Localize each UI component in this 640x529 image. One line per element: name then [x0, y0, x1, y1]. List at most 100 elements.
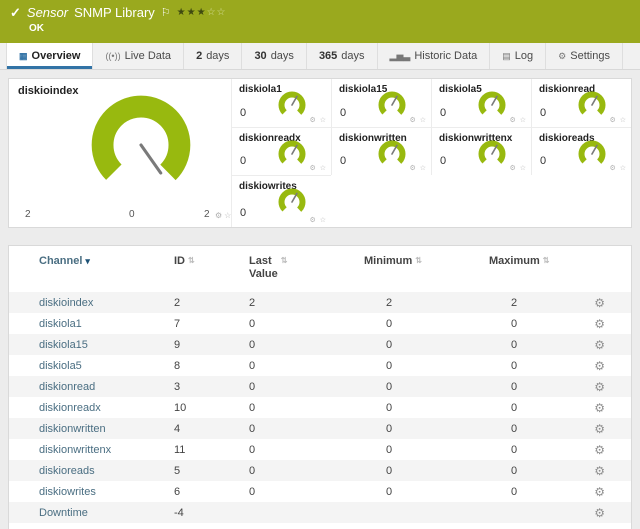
- channel-id: 11: [174, 444, 249, 456]
- gauge-settings-gear-icon[interactable]: ⚙: [509, 165, 516, 172]
- edit-channel-gear-icon[interactable]: ⚙: [594, 444, 605, 456]
- table-row-diskioindex: diskioindex 2 2 2 2 ⚙: [9, 292, 631, 313]
- channel-name: diskiola1: [9, 318, 174, 330]
- channel-maximum: 0: [489, 444, 599, 456]
- column-header-minimum[interactable]: Minimum ⇅: [364, 255, 489, 268]
- tab-live-data[interactable]: ((•)) Live Data: [93, 43, 184, 69]
- gauge-settings-gear-icon[interactable]: ⚙: [309, 217, 316, 224]
- gauge-settings-gear-icon[interactable]: ⚙: [609, 165, 616, 172]
- tab-settings[interactable]: ⚙ Settings: [546, 43, 623, 69]
- gauge-tile-diskionwritten: diskionwritten 0 ⚙ ☆: [331, 127, 431, 175]
- gauge-value: 0: [440, 155, 446, 167]
- column-header-id[interactable]: ID ⇅: [174, 255, 249, 268]
- gauge-dial: [477, 90, 507, 120]
- sensor-title-row: ✓ Sensor SNMP Library ⚐ ★★★☆☆: [10, 5, 630, 20]
- column-header-label: ID: [174, 255, 185, 268]
- main-gauge-settings-gear-icon[interactable]: ⚙: [215, 211, 224, 220]
- channel-id: 5: [174, 465, 249, 477]
- column-header-maximum[interactable]: Maximum ⇅: [489, 255, 599, 268]
- gauge-favorite-star-icon[interactable]: ☆: [320, 217, 327, 224]
- gauge-favorite-star-icon[interactable]: ☆: [620, 165, 627, 172]
- gauge-favorite-star-icon[interactable]: ☆: [420, 117, 427, 124]
- tab-overview[interactable]: ▦ Overview: [6, 43, 93, 69]
- edit-channel-gear-icon[interactable]: ⚙: [594, 402, 605, 414]
- sort-arrow-icon[interactable]: ⇅: [188, 256, 195, 265]
- channel-minimum: 0: [364, 339, 489, 351]
- sort-arrow-icon[interactable]: ▾: [85, 256, 90, 267]
- channel-last-value: 0: [249, 444, 364, 456]
- column-header-label: Minimum: [364, 255, 412, 268]
- tab-label: days: [271, 50, 294, 62]
- priority-stars[interactable]: ★★★☆☆: [177, 8, 227, 18]
- channel-name: diskionreadx: [9, 402, 174, 414]
- gauge-settings-gear-icon[interactable]: ⚙: [409, 117, 416, 124]
- tab-30-days[interactable]: 30 days: [242, 43, 307, 69]
- tab-label: days: [206, 50, 229, 62]
- channel-name: diskiola15: [9, 339, 174, 351]
- table-row-diskionread: diskionread 3 0 0 0 ⚙: [9, 376, 631, 397]
- channel-table-header: Channel ▾ ID ⇅ Last Value ⇅ Minimum ⇅ Ma…: [9, 246, 631, 292]
- table-row-diskiola5: diskiola5 8 0 0 0 ⚙: [9, 355, 631, 376]
- channel-last-value: 0: [249, 465, 364, 477]
- gauge-favorite-star-icon[interactable]: ☆: [420, 165, 427, 172]
- gauge-tile-diskiola1: diskiola1 0 ⚙ ☆: [231, 79, 331, 127]
- gauge-actions: ⚙ ☆: [509, 164, 527, 172]
- table-row-diskioreads: diskioreads 5 0 0 0 ⚙: [9, 460, 631, 481]
- tab-label: Settings: [570, 50, 610, 62]
- edit-channel-gear-icon[interactable]: ⚙: [594, 381, 605, 393]
- gauge-settings-gear-icon[interactable]: ⚙: [609, 117, 616, 124]
- column-header-channel[interactable]: Channel ▾: [9, 255, 174, 268]
- edit-channel-gear-icon[interactable]: ⚙: [594, 423, 605, 435]
- tab-2-days[interactable]: 2 days: [184, 43, 242, 69]
- gauge-favorite-star-icon[interactable]: ☆: [520, 165, 527, 172]
- sort-arrow-icon[interactable]: ⇅: [281, 256, 288, 265]
- tab-365-days[interactable]: 365 days: [307, 43, 378, 69]
- channel-id: 3: [174, 381, 249, 393]
- gauge-settings-gear-icon[interactable]: ⚙: [309, 117, 316, 124]
- channel-minimum: 0: [364, 402, 489, 414]
- gauge-favorite-star-icon[interactable]: ☆: [320, 165, 327, 172]
- edit-channel-gear-icon[interactable]: ⚙: [594, 507, 605, 519]
- edit-channel-gear-icon[interactable]: ⚙: [594, 318, 605, 330]
- gauges-panel: diskioindex 2 0 2 ⚙☆ diskiola1 0 ⚙ ☆ dis…: [8, 78, 632, 228]
- settings-gear-icon: ⚙: [558, 52, 566, 61]
- channel-minimum: 0: [364, 444, 489, 456]
- tab-historic-data[interactable]: ▂▅▃ Historic Data: [378, 43, 491, 69]
- flag-icon[interactable]: ⚐: [161, 6, 171, 19]
- tab-log[interactable]: ▤ Log: [490, 43, 546, 69]
- sort-arrow-icon[interactable]: ⇅: [543, 256, 550, 265]
- channel-maximum: 0: [489, 465, 599, 477]
- gauge-value: 0: [340, 107, 346, 119]
- channel-minimum: 0: [364, 318, 489, 330]
- gauge-settings-gear-icon[interactable]: ⚙: [309, 165, 316, 172]
- main-gauge-dial: [87, 91, 195, 199]
- gauge-favorite-star-icon[interactable]: ☆: [520, 117, 527, 124]
- channel-last-value: 0: [249, 423, 364, 435]
- main-gauge-scale-mid: 0: [129, 209, 135, 220]
- gauge-favorite-star-icon[interactable]: ☆: [620, 117, 627, 124]
- channel-name: diskioreads: [9, 465, 174, 477]
- sort-arrow-icon[interactable]: ⇅: [415, 256, 422, 265]
- edit-channel-gear-icon[interactable]: ⚙: [594, 486, 605, 498]
- priority-stars-filled[interactable]: ★★★: [177, 7, 207, 18]
- column-header-last_value[interactable]: Last Value ⇅: [249, 255, 364, 281]
- gauge-settings-gear-icon[interactable]: ⚙: [509, 117, 516, 124]
- channel-minimum: 0: [364, 381, 489, 393]
- gauge-settings-gear-icon[interactable]: ⚙: [409, 165, 416, 172]
- table-row-diskionwritten: diskionwritten 4 0 0 0 ⚙: [9, 418, 631, 439]
- edit-channel-gear-icon[interactable]: ⚙: [594, 297, 605, 309]
- priority-stars-empty[interactable]: ☆☆: [207, 7, 227, 18]
- channel-id: 9: [174, 339, 249, 351]
- edit-channel-gear-icon[interactable]: ⚙: [594, 360, 605, 372]
- gauge-favorite-star-icon[interactable]: ☆: [320, 117, 327, 124]
- edit-channel-gear-icon[interactable]: ⚙: [594, 339, 605, 351]
- channel-maximum: 0: [489, 339, 599, 351]
- status-ok-check-icon: ✓: [10, 6, 21, 19]
- gauge-actions: ⚙ ☆: [609, 116, 627, 124]
- channel-id: 6: [174, 486, 249, 498]
- edit-channel-gear-icon[interactable]: ⚙: [594, 465, 605, 477]
- channel-id: 4: [174, 423, 249, 435]
- channel-id: 10: [174, 402, 249, 414]
- channel-minimum: 2: [364, 297, 489, 309]
- gauge-actions: ⚙ ☆: [509, 116, 527, 124]
